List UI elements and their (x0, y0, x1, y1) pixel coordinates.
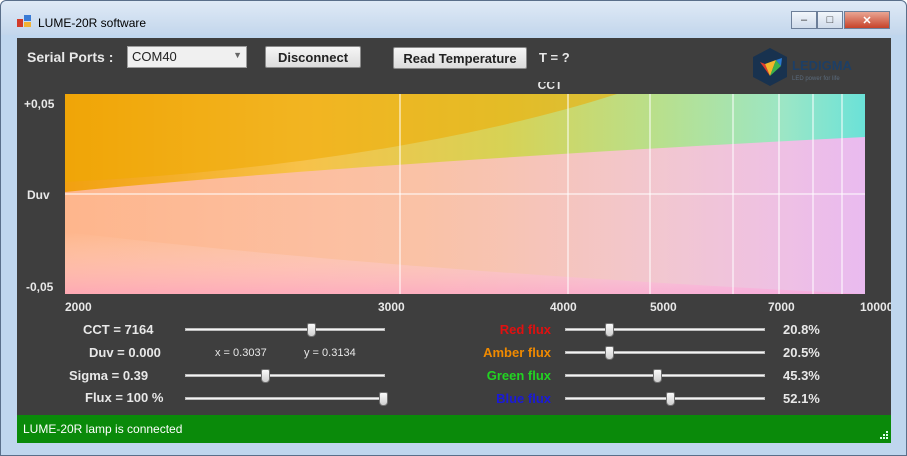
x-tick-label: 4000 (550, 300, 577, 312)
channel-name: Blue flux (496, 391, 551, 406)
y-bottom-label: -0,05 (26, 280, 54, 294)
cct-slider-thumb[interactable] (307, 323, 317, 337)
cct-duv-chart[interactable]: +0,05 Duv -0,05 CCT 2000 3000 4000 5000 7000… (17, 82, 891, 312)
cct-value-label: CCT = 7164 (83, 322, 154, 337)
minimize-button[interactable]: – (791, 11, 817, 29)
serial-ports-label: Serial Ports : (27, 49, 114, 65)
sigma-slider-thumb[interactable] (260, 369, 270, 383)
flux-slider[interactable] (185, 392, 388, 406)
x-tick-labels: 2000 3000 4000 5000 7000 10000 (65, 300, 891, 312)
duv-value-label: Duv = 0.000 (89, 345, 161, 360)
y-coordinate: y = 0.3134 (304, 347, 356, 359)
x-tick-label: 5000 (650, 300, 677, 312)
x-coordinate: x = 0.3037 (215, 347, 267, 359)
read-temperature-button[interactable]: Read Temperature (393, 47, 527, 69)
resize-grip-icon[interactable] (879, 430, 889, 440)
channel-flux-slider[interactable] (565, 323, 765, 337)
channel-flux-slider[interactable] (565, 346, 765, 360)
x-tick-label: 10000 (860, 300, 891, 312)
channel-flux-slider-thumb[interactable] (666, 392, 676, 406)
maximize-button[interactable]: □ (817, 11, 843, 29)
window-title: LUME-20R software (38, 16, 147, 30)
minimize-icon: – (800, 14, 808, 26)
channel-percent: 20.5% (783, 345, 820, 360)
sigma-value-label: Sigma = 0.39 (69, 368, 149, 383)
channel-percent: 45.3% (783, 368, 820, 383)
serial-port-select[interactable]: COM40 ▼ (127, 46, 247, 68)
flux-value-label: Flux = 100 % (85, 390, 164, 405)
channel-flux-slider[interactable] (565, 369, 765, 383)
channel-name: Red flux (499, 322, 551, 337)
status-text: LUME-20R lamp is connected (23, 422, 183, 436)
temperature-readout: T = ? (539, 50, 570, 65)
x-tick-label: 3000 (378, 300, 405, 312)
channel-name: Green flux (486, 368, 551, 383)
flux-slider-thumb[interactable] (379, 392, 388, 406)
close-button[interactable]: ✕ (844, 11, 890, 29)
channel-percent: 20.8% (783, 322, 820, 337)
cct-axis-title: CCT (538, 82, 563, 92)
channel-flux-slider-thumb[interactable] (604, 346, 614, 360)
maximize-icon: □ (826, 14, 834, 26)
serial-port-value: COM40 (132, 49, 177, 64)
chevron-down-icon: ▼ (233, 50, 242, 60)
client-area: Serial Ports : COM40 ▼ Disconnect Read T… (17, 38, 891, 443)
title-bar[interactable]: LUME-20R software – □ ✕ (1, 1, 906, 35)
y-top-label: +0,05 (24, 97, 55, 111)
app-icon (17, 15, 31, 27)
logo-brand: LEDIGMA (792, 58, 853, 73)
x-tick-label: 2000 (65, 300, 92, 312)
duv-axis-label: Duv (27, 188, 50, 202)
cct-slider[interactable] (185, 323, 385, 337)
status-bar: LUME-20R lamp is connected (17, 415, 891, 443)
channel-percent: 52.1% (783, 391, 820, 406)
close-icon: ✕ (862, 14, 872, 27)
disconnect-button[interactable]: Disconnect (265, 46, 361, 68)
sigma-slider[interactable] (185, 369, 385, 383)
channel-flux-slider-thumb[interactable] (605, 323, 615, 337)
channel-flux-slider[interactable] (565, 392, 765, 406)
channel-flux-slider-thumb[interactable] (652, 369, 662, 383)
channel-name: Amber flux (483, 345, 551, 360)
x-tick-label: 7000 (768, 300, 795, 312)
app-window: LUME-20R software – □ ✕ Serial Ports : C… (0, 0, 907, 456)
